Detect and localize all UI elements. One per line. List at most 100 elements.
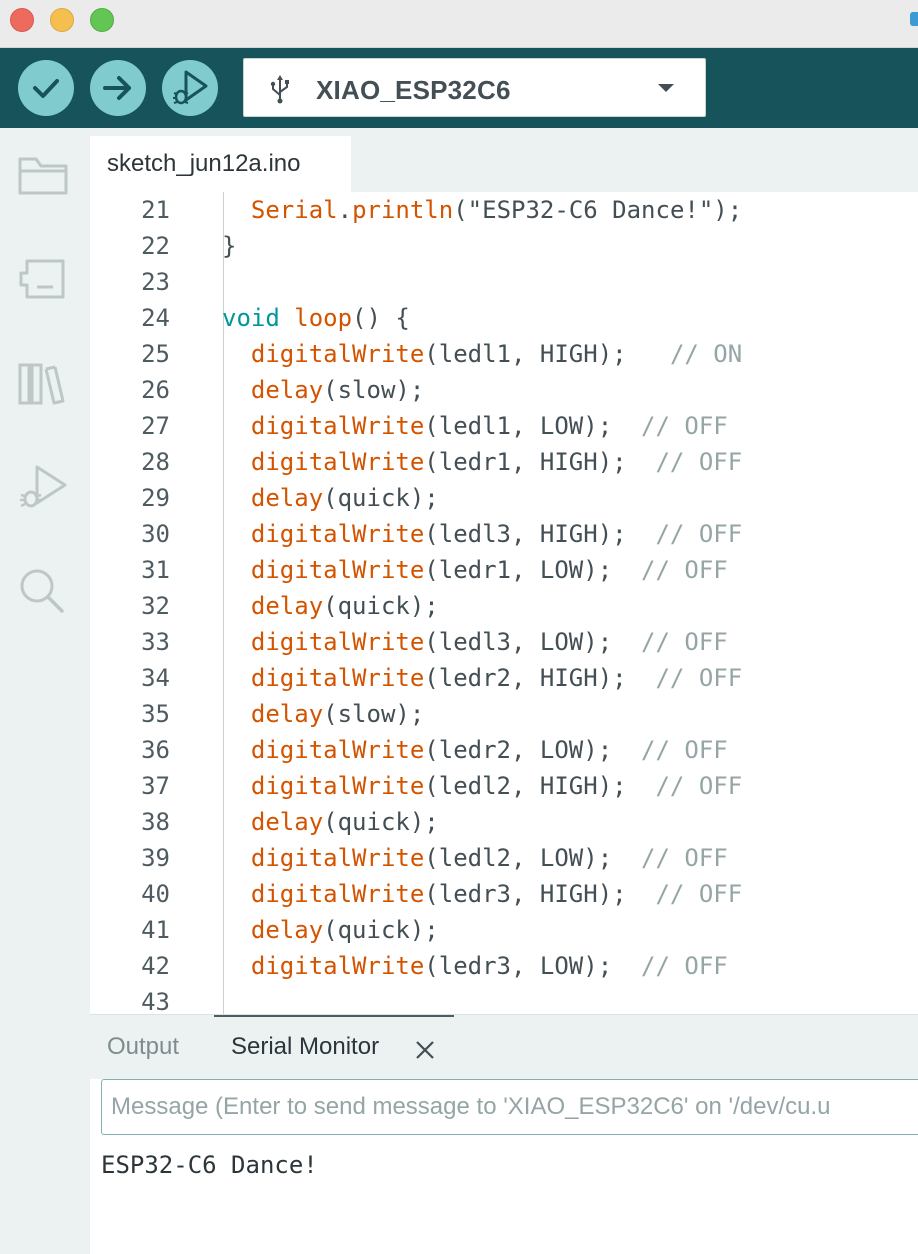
code-token: (quick); [323,592,439,620]
debug-button[interactable] [162,60,218,116]
code-text: delay(quick); [222,588,439,624]
code-text: delay(quick); [222,804,439,840]
code-function: digitalWrite [250,736,425,764]
sidebar-item-boards-manager[interactable] [16,252,70,306]
code-line: 21 Serial.println("ESP32-C6 Dance!"); [90,192,918,228]
code-text: digitalWrite(ledr1, HIGH); // OFF [222,444,742,480]
code-line: 26 delay(slow); [90,372,918,408]
tab-label: sketch_jun12a.ino [107,150,301,177]
code-line: 23 [90,264,918,300]
debug-icon [173,70,208,105]
line-number: 21 [141,196,170,224]
line-number: 22 [141,232,170,260]
line-number: 28 [141,448,170,476]
tab-sketch[interactable]: sketch_jun12a.ino [90,136,351,192]
code-comment: // OFF [655,880,743,908]
code-text: delay(quick); [222,912,439,948]
code-function: digitalWrite [250,448,425,476]
code-function: loop [294,304,353,332]
board-selector[interactable]: XIAO_ESP32C6 [243,58,706,117]
code-comment: // ON [669,340,743,368]
code-token: (ledl2, HIGH); [424,772,656,800]
serial-message-input[interactable] [101,1079,918,1135]
code-line: 39 digitalWrite(ledl2, LOW); // OFF [90,840,918,876]
sidebar-item-debug[interactable] [16,460,70,514]
code-comment: // OFF [641,556,728,584]
code-line: 31 digitalWrite(ledr1, LOW); // OFF [90,552,918,588]
line-number: 38 [141,808,170,836]
code-comment: // OFF [641,844,728,872]
code-token: (ledl3, LOW); [424,628,642,656]
code-token: (slow); [323,376,425,404]
code-line: 35 delay(slow); [90,696,918,732]
code-line: 25 digitalWrite(ledl1, HIGH); // ON [90,336,918,372]
code-line: 24 void loop() { [90,300,918,336]
window-zoom-button[interactable] [90,8,114,32]
line-number: 29 [141,484,170,512]
toolbar: XIAO_ESP32C6 [0,48,918,128]
close-icon[interactable] [414,1039,436,1061]
line-number: 34 [141,664,170,692]
line-number: 40 [141,880,170,908]
code-function: digitalWrite [250,556,425,584]
sidebar-item-sketchbook[interactable] [16,148,70,202]
line-number: 24 [141,304,170,332]
arrow-right-icon [103,76,131,100]
code-line: 41 delay(quick); [90,912,918,948]
window-minimize-button[interactable] [50,8,74,32]
code-token: (quick); [323,484,439,512]
code-function: delay [250,808,324,836]
code-token: (ledl1, LOW); [424,412,642,440]
tab-serial-monitor-label: Serial Monitor [231,1033,380,1060]
line-number: 31 [141,556,170,584]
sidebar-item-library-manager[interactable] [16,356,70,410]
code-text: digitalWrite(ledl2, LOW); // OFF [222,840,728,876]
line-number: 30 [141,520,170,548]
code-token: (ledr1, HIGH); [424,448,656,476]
verify-button[interactable] [18,60,74,116]
code-function: digitalWrite [250,628,425,656]
code-comment: // OFF [655,520,743,548]
folder-icon [18,157,68,195]
code-function: digitalWrite [250,952,425,980]
code-editor[interactable]: 21 Serial.println("ESP32-C6 Dance!"); 22}… [90,192,918,1014]
code-function: Serial [250,196,338,224]
panel-tabbar: Output Serial Monitor [90,1015,918,1079]
code-comment: // OFF [655,664,743,692]
upload-button[interactable] [90,60,146,116]
code-line: 32 delay(quick); [90,588,918,624]
tab-output[interactable]: Output [107,1015,179,1079]
line-number: 23 [141,268,170,296]
code-function: println [352,196,454,224]
code-line: 36 digitalWrite(ledr2, LOW); // OFF [90,732,918,768]
line-number: 26 [141,376,170,404]
code-line: 38 delay(quick); [90,804,918,840]
tab-serial-monitor[interactable]: Serial Monitor [214,1015,454,1079]
line-number: 42 [141,952,170,980]
window-close-button[interactable] [10,8,34,32]
code-function: delay [250,484,324,512]
library-icon [18,363,65,405]
code-text: void loop() { [222,300,410,336]
code-function: delay [250,592,324,620]
code-token: (ledr2, LOW); [424,736,642,764]
line-number: 36 [141,736,170,764]
sidebar-item-search[interactable] [16,564,70,618]
code-text: digitalWrite(ledl1, LOW); // OFF [222,408,728,444]
code-line: 34 digitalWrite(ledr2, HIGH); // OFF [90,660,918,696]
code-text: digitalWrite(ledr1, LOW); // OFF [222,552,728,588]
sidebar [0,128,90,1254]
